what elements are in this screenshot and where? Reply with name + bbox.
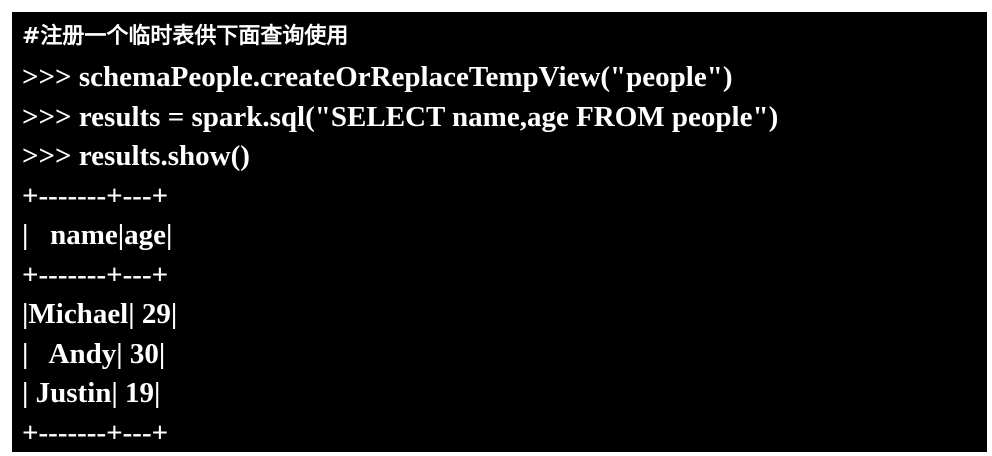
table-border-top: +-------+---+ — [22, 179, 169, 212]
command-line-show: >>> results.show() — [22, 140, 250, 172]
table-row: | Andy| 30| — [22, 337, 166, 370]
command-line-create-temp-view: >>> schemaPeople.createOrReplaceTempView… — [22, 61, 733, 93]
table-border-bottom: +-------+---+ — [22, 416, 169, 449]
table-row: |Michael| 29| — [22, 298, 178, 330]
comment-line: #注册一个临时表供下面查询使用 — [22, 24, 349, 49]
table-header-row: | name|age| — [22, 219, 173, 251]
table-row: | Justin| 19| — [22, 377, 161, 409]
terminal-output: #注册一个临时表供下面查询使用 >>> schemaPeople.createO… — [12, 12, 987, 452]
command-line-spark-sql: >>> results = spark.sql("SELECT name,age… — [22, 100, 779, 133]
table-border-header: +-------+---+ — [22, 258, 169, 291]
